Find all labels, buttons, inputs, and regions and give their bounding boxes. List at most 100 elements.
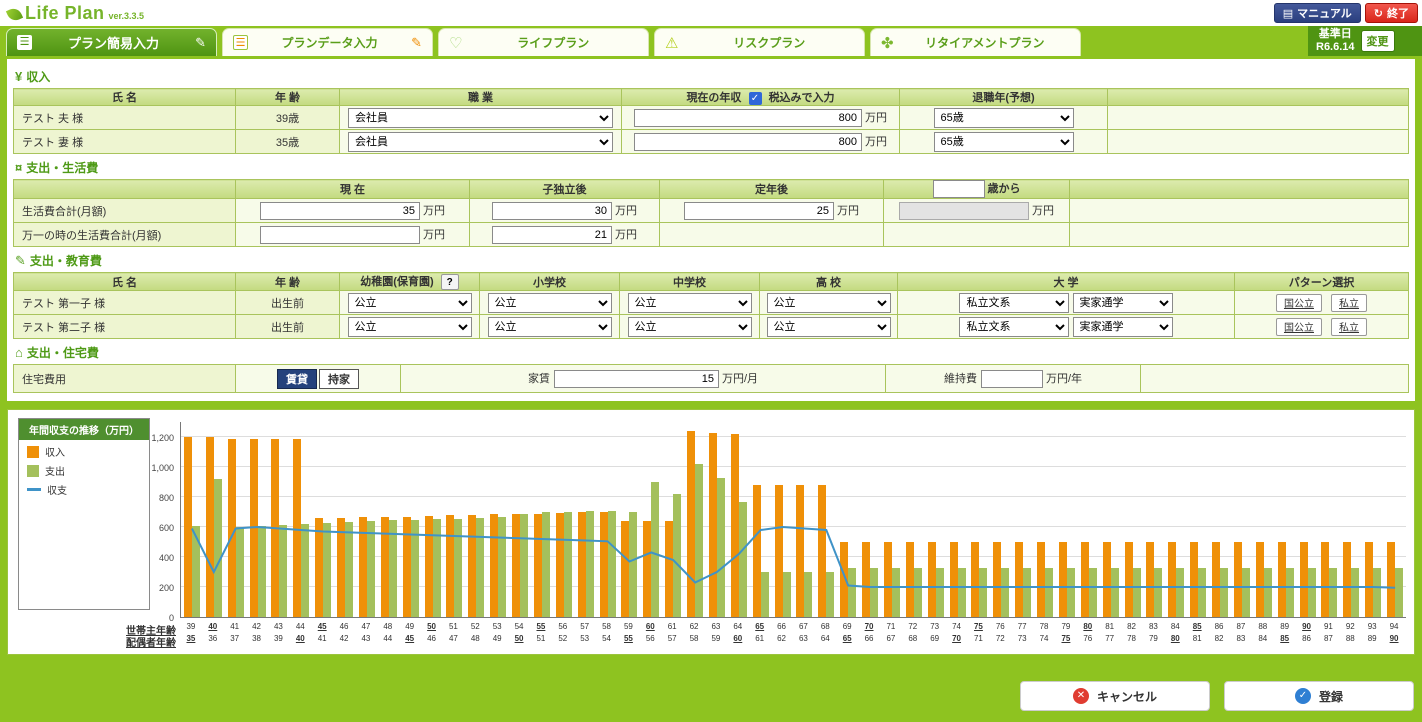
elementary-select[interactable]: 公立	[487, 292, 612, 313]
exit-button[interactable]: ↻ 終了	[1364, 3, 1418, 23]
col-header-salary: 現在の年収 ✓ 税込みで入力	[621, 88, 900, 106]
x-tick-label: 47	[448, 634, 458, 644]
cancel-icon: ✕	[1072, 688, 1089, 704]
x-tick-label: 64	[820, 634, 830, 644]
x-axis-spouse-age-label: 配偶者年齢	[126, 638, 176, 650]
x-tick-label: 82	[1214, 634, 1224, 644]
tab-plan-data-input[interactable]: ☰ プランデータ入力 ✎	[222, 28, 433, 56]
living-after-retire-input[interactable]	[684, 201, 834, 220]
university-type-select[interactable]: 私立文系	[959, 292, 1070, 313]
change-base-date-button[interactable]: 変更	[1360, 30, 1395, 52]
education-section-title: ✎ 支出・教育費	[15, 252, 1409, 269]
x-tick-label: 49	[405, 622, 415, 632]
university-commute-select[interactable]: 実家通学	[1072, 292, 1173, 313]
rent-toggle-button[interactable]: 賃貸	[277, 368, 317, 389]
income-row-wife: テスト 妻 様 35歳 会社員 万円 65歳	[13, 129, 1409, 154]
unit-label: 万円	[423, 228, 445, 241]
pattern-national-button[interactable]: 国公立	[1275, 293, 1322, 312]
x-tick-label: 77	[1105, 634, 1115, 644]
university-type-select[interactable]: 私立文系	[959, 316, 1070, 337]
x-tick-label: 80	[1170, 634, 1180, 644]
university-commute-select[interactable]: 実家通学	[1072, 316, 1173, 337]
own-toggle-button[interactable]: 持家	[319, 368, 359, 389]
junior-select[interactable]: 公立	[627, 316, 752, 337]
x-tick-label: 47	[361, 622, 371, 632]
x-tick-label: 85	[1280, 634, 1290, 644]
retire-age-select[interactable]: 65歳	[933, 131, 1074, 152]
salary-input[interactable]	[634, 132, 862, 151]
x-tick-label: 37	[230, 634, 240, 644]
app-version: ver.3.3.5	[108, 10, 145, 21]
register-button[interactable]: ✓ 登録	[1224, 681, 1414, 711]
row-label: 万一の時の生活費合計(月額)	[13, 222, 236, 247]
x-tick-label: 58	[689, 634, 699, 644]
x-tick-label: 39	[273, 634, 283, 644]
retire-age-select[interactable]: 65歳	[933, 107, 1074, 128]
child-age: 出生前	[235, 290, 340, 316]
emergency-current-input[interactable]	[260, 225, 420, 244]
maintenance-input[interactable]	[980, 369, 1043, 388]
help-button[interactable]: ?	[440, 274, 459, 290]
high-school-select[interactable]: 公立	[766, 316, 891, 337]
x-tick-label: 84	[1258, 634, 1268, 644]
x-tick-label: 74	[1039, 634, 1049, 644]
cancel-button[interactable]: ✕ キャンセル	[1020, 681, 1210, 711]
leaf-icon	[5, 5, 24, 23]
col-header-pattern: パターン選択	[1234, 271, 1409, 292]
tab-label: ライフプラン	[517, 36, 590, 50]
document-edit-icon: ☰	[233, 35, 248, 50]
job-select[interactable]: 会社員	[348, 107, 613, 128]
x-tick-label: 89	[1280, 622, 1290, 632]
x-tick-label: 86	[1302, 634, 1312, 644]
tax-included-checkbox[interactable]: ✓	[748, 91, 762, 105]
job-select[interactable]: 会社員	[348, 131, 613, 152]
section-title-text: 支出・教育費	[29, 254, 102, 268]
x-tick-label: 46	[339, 622, 349, 632]
x-tick-label: 65	[755, 622, 765, 632]
kindergarten-select[interactable]: 公立	[347, 292, 472, 313]
x-tick-label: 35	[186, 634, 196, 644]
register-button-label: 登録	[1318, 689, 1343, 704]
living-after-children-input[interactable]	[492, 201, 612, 220]
tax-included-label: 税込みで入力	[768, 92, 835, 104]
junior-select[interactable]: 公立	[627, 292, 752, 313]
rent-input[interactable]	[553, 369, 719, 388]
elementary-select[interactable]: 公立	[487, 316, 612, 337]
col-header-name: 氏 名	[13, 271, 236, 292]
exit-icon: ↻	[1373, 7, 1383, 20]
income-swatch	[27, 445, 39, 458]
x-tick-label: 67	[886, 634, 896, 644]
pattern-national-button[interactable]: 国公立	[1275, 317, 1322, 336]
tab-life-plan[interactable]: ♡ ライフプラン	[438, 28, 649, 56]
tab-bar: ☰ プラン簡易入力 ✎ ☰ プランデータ入力 ✎ ♡ ライフプラン ⚠ リスクプ…	[0, 26, 1422, 56]
x-tick-label: 89	[1367, 634, 1377, 644]
pattern-private-button[interactable]: 私立	[1331, 293, 1368, 312]
tab-label: リタイアメントプラン	[925, 36, 1045, 50]
y-tick-label: 400	[158, 553, 174, 564]
col-header-empty	[1107, 88, 1409, 106]
rent-field-label: 家賃	[527, 372, 550, 385]
pattern-private-button[interactable]: 私立	[1331, 317, 1368, 336]
living-current-input[interactable]	[260, 201, 420, 220]
x-tick-label: 36	[208, 634, 218, 644]
income-table: 氏 名 年 齢 職 業 現在の年収 ✓ 税込みで入力 退職年(予想) テスト 夫…	[13, 88, 1409, 154]
kindergarten-select[interactable]: 公立	[347, 316, 472, 337]
col-header-job: 職 業	[339, 88, 622, 106]
tab-retirement-plan[interactable]: ✤ リタイアメントプラン	[870, 28, 1081, 56]
emergency-after-children-input[interactable]	[492, 225, 612, 244]
child-age: 出生前	[235, 314, 340, 340]
salary-input[interactable]	[634, 108, 862, 127]
chart-x-labels-head: 39 40 41 42 43 44 45 46 47 48 49 50 51 52 53 54 55 56 57 58…	[180, 622, 1406, 631]
x-tick-label: 84	[1170, 622, 1180, 632]
x-tick-label: 82	[1127, 622, 1137, 632]
x-tick-label: 41	[317, 634, 327, 644]
x-tick-label: 61	[667, 622, 677, 632]
y-tick-label: 1,000	[151, 463, 174, 474]
tab-plan-simple-input[interactable]: ☰ プラン簡易入力 ✎	[6, 28, 217, 56]
high-school-select[interactable]: 公立	[766, 292, 891, 313]
living-from-age-input-disabled	[899, 201, 1029, 220]
from-age-input[interactable]	[932, 180, 985, 198]
col-header-empty	[13, 179, 236, 199]
tab-risk-plan[interactable]: ⚠ リスクプラン	[654, 28, 865, 56]
manual-button[interactable]: ▤ マニュアル	[1273, 3, 1361, 23]
